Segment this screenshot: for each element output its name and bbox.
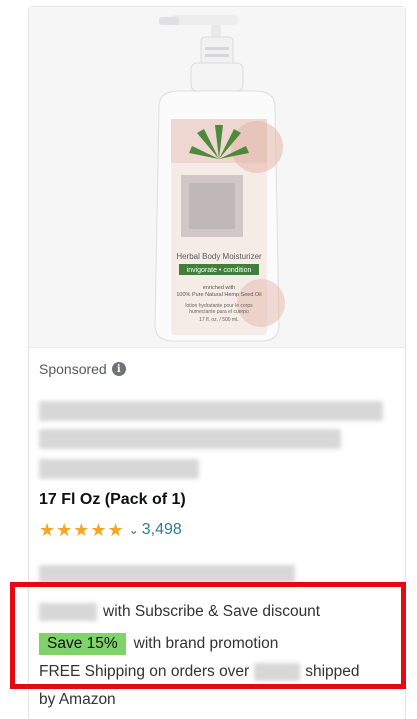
lotion-bottle-image: Herbal Body Moisturizer invigorate • con…	[154, 15, 285, 342]
shipping-by-text: by Amazon	[39, 691, 116, 708]
product-title-line-2[interactable]	[39, 429, 341, 449]
price-blurred	[39, 565, 295, 583]
product-title-line-1[interactable]	[39, 401, 383, 421]
rating-row[interactable]: ★★★★★ ⌄ 3,498	[39, 520, 182, 540]
image-label-small1: enriched with	[203, 285, 235, 291]
product-title-line-3[interactable]	[39, 459, 199, 479]
shipping-by-line: by Amazon	[39, 691, 116, 709]
image-label-small4: humectante para el cuerpo	[189, 309, 249, 315]
image-label-tag: invigorate • condition	[187, 267, 252, 274]
chevron-down-icon[interactable]: ⌄	[129, 523, 139, 537]
sponsored-text: Sponsored	[39, 361, 107, 377]
product-image[interactable]: Herbal Body Moisturizer invigorate • con…	[29, 7, 405, 348]
info-icon[interactable]: i	[111, 362, 126, 376]
star-icon[interactable]: ★★★★★	[39, 520, 125, 540]
sponsored-label[interactable]: Sponsored i	[39, 359, 399, 379]
image-label-name: Herbal Body Moisturizer	[176, 252, 262, 261]
rating-count-link[interactable]: 3,498	[142, 521, 182, 539]
offer-highlight-box	[10, 582, 406, 689]
image-label-size: 17 fl. oz. / 500 mL	[199, 317, 239, 323]
image-label-small2: 100% Pure Natural Hemp Seed Oil	[176, 292, 261, 298]
product-details: Sponsored i 17 Fl Oz (Pack of 1) ★★★★★ ⌄…	[39, 359, 399, 708]
size-option: 17 Fl Oz (Pack of 1)	[39, 491, 186, 508]
